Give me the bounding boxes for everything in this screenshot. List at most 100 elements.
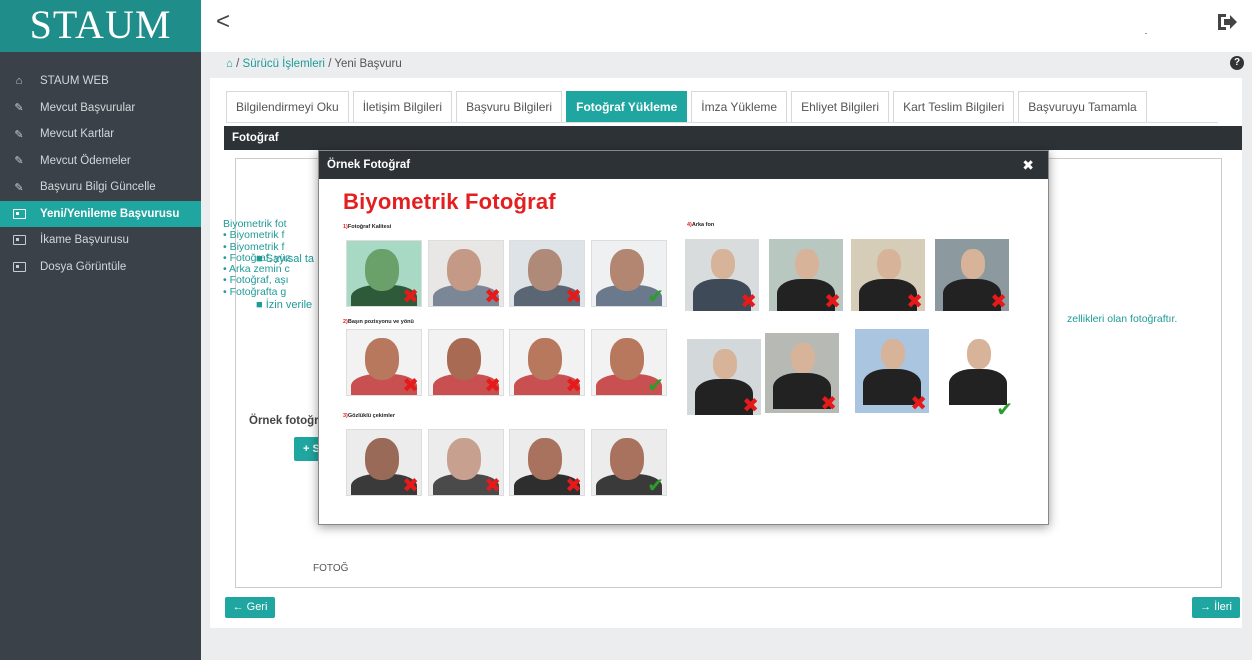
wrong-mark: ✖ (565, 286, 582, 307)
sidebar-item-dosya-goruntule[interactable]: Dosya Görüntüle (0, 254, 201, 281)
breadcrumb-link[interactable]: Sürücü İşlemleri (243, 58, 325, 70)
sidebar-item-label: Mevcut Başvurular (40, 101, 136, 114)
brand-logo[interactable]: STAUM (0, 0, 201, 52)
sidebar-item-label: Dosya Görüntüle (40, 260, 127, 273)
edit-icon: ✎ (14, 102, 24, 115)
section-label-background: 4)Arka fon (687, 222, 714, 228)
wrong-mark: ✖ (565, 475, 582, 496)
background-sample-photo: ✖ (765, 333, 839, 413)
help-icon[interactable]: ? (1230, 56, 1244, 70)
tab-kart-teslim[interactable]: Kart Teslim Bilgileri (893, 91, 1015, 122)
sample-photo: ✔ (591, 429, 667, 496)
background-sample-photo: ✖ (855, 329, 929, 413)
sidebar-toggle-button[interactable]: < (216, 8, 230, 36)
next-button[interactable]: → İleri (1192, 597, 1240, 618)
wrong-mark: ✖ (402, 286, 419, 307)
check-mark: ✔ (996, 399, 1013, 419)
breadcrumb-separator: / (232, 58, 243, 70)
tab-tamamla[interactable]: Başvuruyu Tamamla (1018, 91, 1147, 122)
modal-title: Örnek Fotoğraf (327, 159, 411, 171)
sample-photo: ✖ (428, 329, 504, 396)
sidebar-item-staum-web[interactable]: ⌂ STAUM WEB (0, 68, 201, 95)
section-label-head-position: 2)Başın pozisyonu ve yönü (343, 319, 414, 325)
edit-icon: ✎ (14, 155, 24, 168)
sidebar-item-mevcut-kartlar[interactable]: ✎ Mevcut Kartlar (0, 121, 201, 148)
back-button[interactable]: ← Geri (225, 597, 275, 618)
list-item: • Fotoğrafta g (223, 285, 287, 298)
modal-header: Örnek Fotoğraf ✖ (319, 151, 1048, 179)
tab-ehliyet[interactable]: Ehliyet Bilgileri (791, 91, 890, 122)
sample-photo: ✖ (428, 429, 504, 496)
info-text-right: zellikleri olan fotoğraftır. (1067, 313, 1178, 325)
section-text: Başın pozisyonu ve yönü (347, 319, 414, 325)
truck-icon: ■ (256, 299, 266, 311)
wrong-mark: ✖ (906, 291, 923, 311)
breadcrumb-current: Yeni Başvuru (334, 58, 402, 70)
section-label-quality: 1)Fotoğraf Kalitesi (343, 224, 391, 230)
sample-photo: ✔ (591, 329, 667, 396)
sidebar-item-label: Başvuru Bilgi Güncelle (40, 181, 156, 194)
section-text: Arka fon (691, 222, 715, 228)
divider (1145, 33, 1147, 34)
section-text: Fotoğraf Kalitesi (347, 224, 392, 230)
biometric-heading: Biyometrik Fotoğraf (343, 189, 556, 214)
background-sample-photo: ✖ (851, 239, 925, 311)
wrong-mark: ✖ (402, 475, 419, 496)
sample-photo: ✖ (428, 240, 504, 307)
sidebar-menu: ⌂ STAUM WEB ✎ Mevcut Başvurular ✎ Mevcut Ka… (0, 68, 201, 280)
tab-iletisim[interactable]: İletişim Bilgileri (352, 91, 453, 122)
sidebar-item-mevcut-odemeler[interactable]: ✎ Mevcut Ödemeler (0, 148, 201, 175)
sidebar-item-basvuru-bilgi-guncelle[interactable]: ✎ Başvuru Bilgi Güncelle (0, 174, 201, 201)
background-sample-photo: ✖ (935, 239, 1009, 311)
home-icon[interactable]: ⌂ (226, 58, 233, 70)
info-line-izin: ■ İzin verile (256, 299, 312, 311)
tab-basvuru[interactable]: Başvuru Bilgileri (456, 91, 563, 122)
section-text: Gözlüklü çekimler (347, 413, 395, 419)
id-card-icon (12, 208, 26, 220)
wrong-mark: ✖ (402, 375, 419, 396)
wrong-mark: ✖ (484, 286, 501, 307)
sample-photo-title: Örnek fotoğr (249, 415, 319, 427)
breadcrumb-separator: / (325, 58, 335, 70)
close-icon[interactable]: ✖ (1022, 151, 1034, 179)
edit-icon: ✎ (14, 181, 24, 194)
wrong-mark: ✖ (820, 393, 837, 413)
check-mark: ✔ (647, 286, 664, 307)
tab-bilgilendirme[interactable]: Bilgilendirmeyi Oku (226, 91, 349, 122)
top-bar: < (201, 0, 1252, 52)
sidebar-item-ikame[interactable]: İkame Başvurusu (0, 227, 201, 254)
section-label-glasses: 3)Gözlüklü çekimler (343, 413, 395, 419)
sample-photo: ✖ (346, 240, 422, 307)
wrong-mark: ✖ (740, 291, 757, 311)
check-mark: ✔ (647, 375, 664, 396)
sample-photo: ✖ (346, 429, 422, 496)
sample-photo: ✖ (346, 329, 422, 396)
tab-fotograf[interactable]: Fotoğraf Yükleme (566, 91, 688, 122)
background-sample-photo: ✖ (769, 239, 843, 311)
section-header: Fotoğraf (224, 126, 1242, 150)
sidebar-item-mevcut-basvurular[interactable]: ✎ Mevcut Başvurular (0, 95, 201, 122)
wrong-mark: ✖ (910, 393, 927, 413)
tab-imza[interactable]: İmza Yükleme (691, 91, 788, 122)
sample-photo: ✖ (509, 329, 585, 396)
logout-icon[interactable] (1216, 12, 1238, 32)
wrong-mark: ✖ (742, 395, 759, 415)
sample-photo: ✖ (509, 429, 585, 496)
sample-photo: ✔ (591, 240, 667, 307)
background-sample-photo: ✖ (685, 239, 759, 311)
sidebar-item-label: Mevcut Kartlar (40, 128, 115, 141)
id-card-icon (12, 234, 26, 246)
edit-icon: ✎ (14, 128, 24, 141)
sidebar-item-label: STAUM WEB (40, 75, 109, 88)
wrong-mark: ✖ (565, 375, 582, 396)
sidebar-item-label: Mevcut Ödemeler (40, 154, 131, 167)
sample-photo-modal: Örnek Fotoğraf ✖ Biyometrik Fotoğraf 1)F… (318, 150, 1049, 525)
wrong-mark: ✖ (990, 291, 1007, 311)
wrong-mark: ✖ (484, 375, 501, 396)
sidebar-item-yeni-yenileme[interactable]: Yeni/Yenileme Başvurusu (0, 200, 201, 227)
check-mark: ✔ (647, 475, 664, 496)
photo-label: FOTOĞ (313, 563, 349, 574)
sidebar: STAUM ⌂ STAUM WEB ✎ Mevcut Başvurular ✎ Mev… (0, 0, 201, 660)
id-card-icon (12, 261, 26, 273)
sidebar-item-label: İkame Başvurusu (40, 234, 129, 247)
